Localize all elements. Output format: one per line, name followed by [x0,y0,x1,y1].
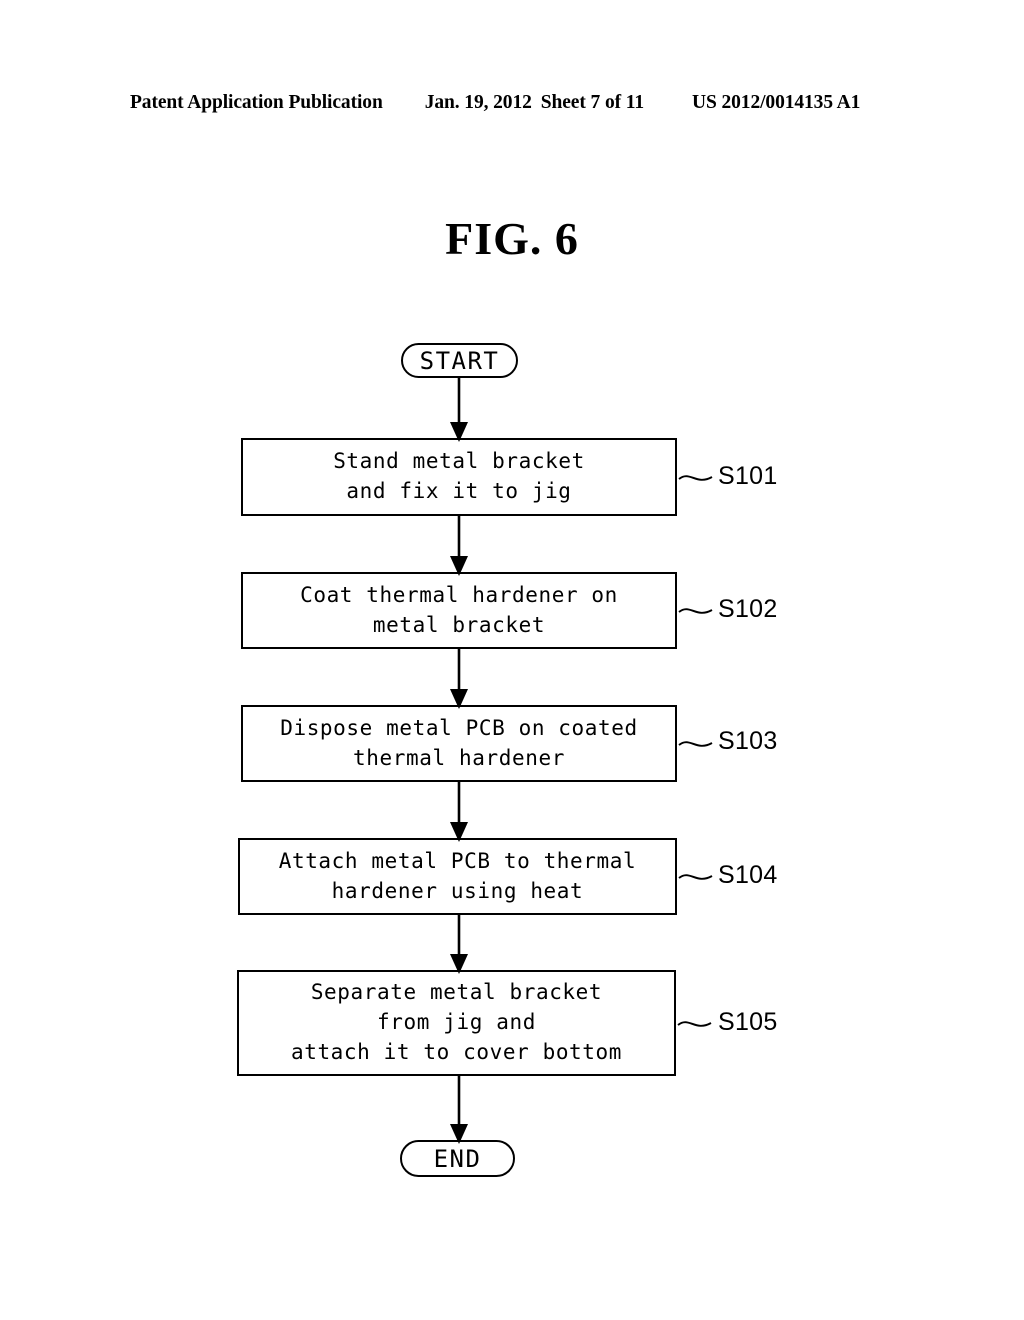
step-box-text-s104: Attach metal PCB to thermal hardener usi… [278,848,637,903]
flowchart-end-terminator: END [400,1140,515,1177]
leader-line-s102 [678,608,713,614]
flowchart-step-box-s103: Dispose metal PCB on coated thermal hard… [241,705,677,782]
step-reference-label-s102: S102 [718,595,778,623]
leader-line-s103 [678,741,713,747]
leader-line-s104 [678,874,713,880]
flowchart-connectors [450,378,713,1144]
flowchart-step-box-s101: Stand metal bracket and fix it to jig [241,438,677,516]
step-reference-label-s105: S105 [718,1008,778,1036]
flowchart-step-box-s105: Separate metal bracket from jig and atta… [237,970,676,1076]
step-box-text-s103: Dispose metal PCB on coated thermal hard… [280,715,638,770]
step-reference-label-s103: S103 [718,727,778,755]
flowchart-step-box-s102: Coat thermal hardener on metal bracket [241,572,677,649]
leader-line-s105 [677,1021,712,1027]
flowchart-diagram: START Stand metal bracket and fix it to … [0,0,1024,1320]
step-box-text-s105: Separate metal bracket from jig and atta… [290,980,623,1064]
step-reference-label-s101: S101 [718,462,778,490]
step-reference-label-s104: S104 [718,861,778,889]
flowchart-start-terminator: START [401,343,518,378]
leader-line-s101 [678,475,713,481]
step-box-text-s102: Coat thermal hardener on metal bracket [300,582,618,637]
flowchart-step-box-s104: Attach metal PCB to thermal hardener usi… [238,838,677,915]
step-box-text-s101: Stand metal bracket and fix it to jig [333,449,585,503]
end-terminator-label: END [433,1144,482,1173]
start-terminator-label: START [419,346,500,375]
